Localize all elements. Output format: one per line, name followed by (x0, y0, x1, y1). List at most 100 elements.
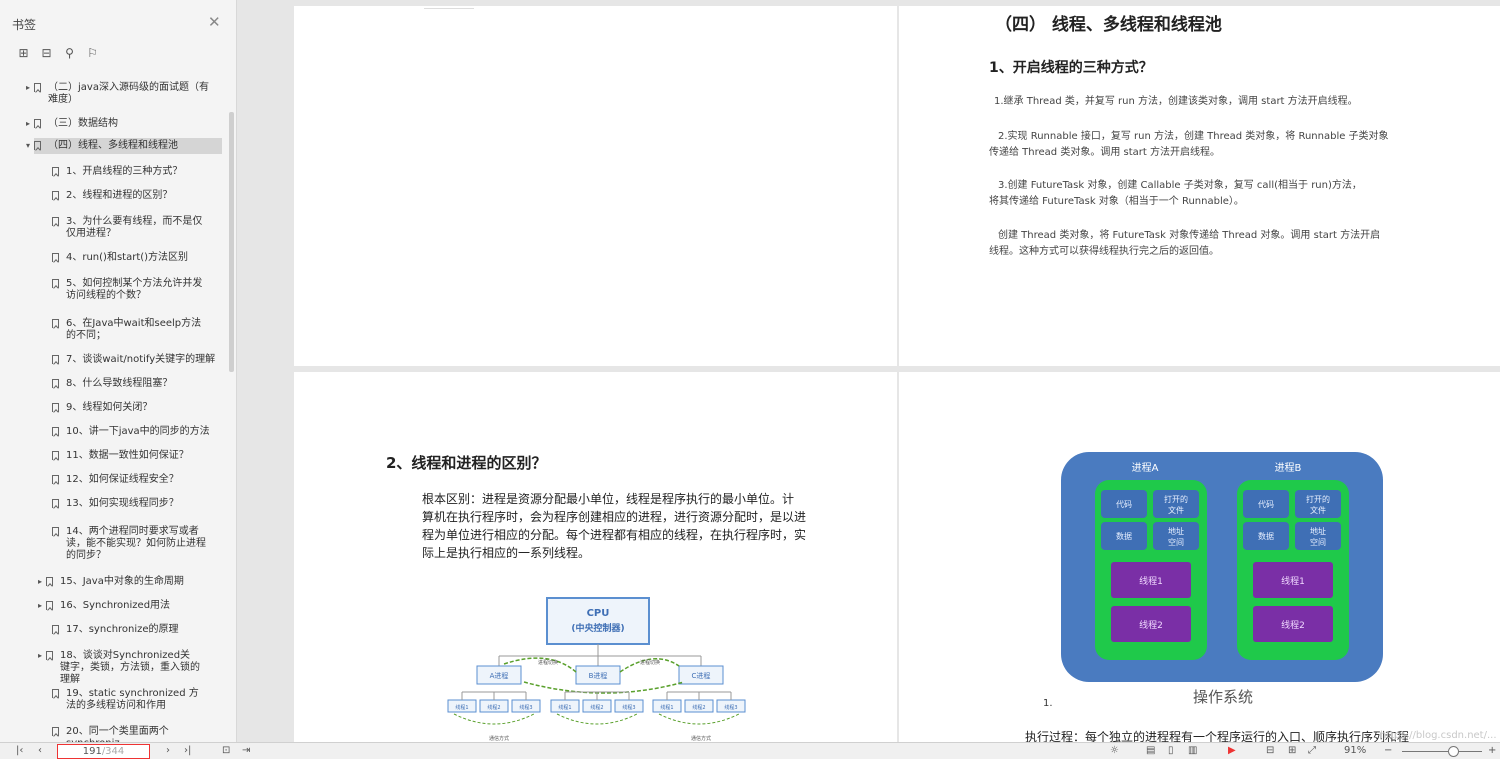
page-number-input[interactable]: 191/344 (57, 744, 150, 759)
bookmark-item[interactable]: 4、run()和start()方法区别 (0, 250, 226, 266)
process-b-label: B进程 (589, 671, 608, 680)
page-heading: 1、开启线程的三种方式？ (989, 60, 1153, 76)
bookmark-item[interactable]: 19、static synchronized 方法的多线程访问和作用 (0, 686, 226, 714)
bookmark-panel-title: 书签 (12, 18, 37, 32)
zoom-level[interactable]: 91% (1344, 745, 1366, 756)
first-page-icon[interactable]: |‹ (16, 745, 23, 756)
pdf-page-1 (294, 6, 897, 366)
bookmark-icon (52, 625, 59, 634)
zoom-slider[interactable] (1402, 751, 1482, 752)
process-b-label: 进程B (1275, 462, 1302, 474)
bookmark-item[interactable]: 17、synchronize的原理 (0, 622, 226, 638)
paragraph-line: 执行过程：每个独立的进程程有一个程序运行的入口、顺序执行序列和程 (1025, 730, 1410, 742)
expand-arrow-icon[interactable]: ▸ (38, 650, 42, 662)
bookmark-icon (52, 217, 59, 226)
fit-width-icon[interactable]: ⊟ (1266, 745, 1274, 756)
bookmark-icon (52, 319, 59, 328)
bookmark-item[interactable]: ▸ （二）java深入源码级的面试题（有难度） (0, 80, 226, 108)
last-page-icon[interactable]: ›| (184, 745, 191, 756)
sidebar-scrollbar[interactable] (229, 112, 234, 372)
bookmark-icon (52, 167, 59, 176)
bookmark-label: 8、什么导致线程阻塞？ (66, 378, 173, 389)
bookmark-item[interactable]: 1、开启线程的三种方式？ (0, 164, 226, 180)
bookmark-item[interactable]: 7、谈谈wait/notify关键字的理解 (0, 352, 226, 368)
bookmark-item[interactable]: ▸ （三）数据结构 (0, 116, 226, 132)
expand-arrow-icon[interactable]: ▸ (38, 576, 42, 588)
continuous-page-icon[interactable]: ▯ (1168, 745, 1174, 756)
rotate-icon[interactable]: ⊡ (222, 745, 230, 756)
bookmark-outline-icon[interactable]: ⚐ (85, 45, 100, 60)
close-icon[interactable]: ✕ (208, 13, 221, 31)
next-page-icon[interactable]: › (166, 745, 170, 756)
expand-arrow-icon[interactable]: ▸ (26, 118, 30, 130)
current-page: 191 (82, 746, 102, 757)
bookmark-item[interactable]: ▸ 16、Synchronized用法 (0, 598, 226, 614)
bookmark-label: 2、线程和进程的区别？ (66, 190, 173, 201)
bookmark-item[interactable]: 11、数据一致性如何保证？ (0, 448, 226, 464)
bookmark-item[interactable]: 10、讲一下java中的同步的方法 (0, 424, 226, 440)
bookmark-item[interactable]: 8、什么导致线程阻塞？ (0, 376, 226, 392)
address-cell-label: 空间 (1168, 537, 1184, 547)
bookmark-item[interactable]: 20、同一个类里面两个synchroniz (0, 724, 226, 749)
export-icon[interactable]: ⇥ (242, 745, 250, 756)
thread-label: 线程3 (724, 704, 737, 711)
zoom-in-icon[interactable]: + (1488, 745, 1496, 756)
data-cell-label: 数据 (1258, 531, 1274, 541)
prev-page-icon[interactable]: ‹ (38, 745, 42, 756)
fullscreen-icon[interactable]: ⤢ (1308, 745, 1316, 756)
bookmark-label: 3、为什么要有线程，而不是仅仅用进程？ (66, 216, 203, 239)
bookmark-label: 1、开启线程的三种方式？ (66, 166, 183, 177)
data-cell-label: 数据 (1116, 531, 1132, 541)
collapse-arrow-icon[interactable]: ▾ (26, 140, 30, 152)
zoom-slider-handle[interactable] (1448, 746, 1459, 757)
bookmark-item[interactable]: 14、两个进程同时要求写或者读，能不能实现？如何防止进程的同步？ (0, 524, 226, 564)
bookmark-icon (52, 499, 59, 508)
add-bookmark-icon[interactable]: ⚲ (62, 45, 77, 60)
bookmark-icon (52, 451, 59, 460)
cpu-box (546, 597, 650, 645)
bookmark-item[interactable]: 3、为什么要有线程，而不是仅仅用进程？ (0, 214, 226, 242)
thread-label: 线程3 (622, 704, 635, 711)
bookmark-icon (34, 141, 41, 150)
play-icon[interactable]: ▶ (1228, 745, 1236, 756)
bookmark-item[interactable]: 9、线程如何关闭？ (0, 400, 226, 416)
expand-arrow-icon[interactable]: ▸ (26, 82, 30, 94)
bookmark-item[interactable]: ▾ （四）线程、多线程和线程池 (26, 138, 222, 154)
expand-all-icon[interactable]: ⊞ (16, 45, 31, 60)
section-title: （四） 线程、多线程和线程池 (995, 15, 1222, 35)
bookmark-icon (52, 475, 59, 484)
fit-page-icon[interactable]: ⊞ (1288, 745, 1296, 756)
bookmark-icon (52, 727, 59, 736)
bookmark-icon (46, 577, 53, 586)
status-toolbar: |‹ ‹ 191/344 › ›| ⊡ ⇥ ☼ ▤ ▯ ▥ ▶ ⊟ ⊞ ⤢ 91… (0, 742, 1500, 759)
page-heading: 2、线程和进程的区别？ (386, 454, 547, 472)
collapse-all-icon[interactable]: ⊟ (39, 45, 54, 60)
thread2-label: 线程2 (1139, 619, 1163, 631)
bookmark-icon (46, 651, 53, 660)
bookmark-item[interactable]: 5、如何控制某个方法允许并发访问线程的个数？ (0, 276, 226, 304)
thread-label: 线程2 (692, 704, 705, 711)
thread-label: 线程1 (660, 704, 673, 711)
bookmark-item[interactable]: 2、线程和进程的区别？ (0, 188, 226, 204)
expand-arrow-icon[interactable]: ▸ (38, 600, 42, 612)
process-thread-diagram: 进程A 进程B 代码 打开的文件数据 地址空间线程1 线程2 代码 打开的文件数据 地址空… (1061, 452, 1383, 706)
bookmark-label: 5、如何控制某个方法允许并发访问线程的个数？ (66, 278, 203, 301)
process-a-label: 进程A (1132, 462, 1159, 474)
single-page-icon[interactable]: ▤ (1146, 745, 1155, 756)
bookmark-label: 11、数据一致性如何保证？ (66, 450, 189, 461)
left-gutter (237, 0, 293, 742)
read-mode-icon[interactable]: ☼ (1110, 745, 1119, 756)
bookmark-item[interactable]: ▸ 18、谈谈对Synchronized关键字，类锁，方法锁，重入锁的理解 (0, 648, 226, 685)
cpu-process-diagram: CPU (中央控制器) A进程 B进程 C进程 进程切换 进程切换 线程1 线程2… (447, 597, 746, 742)
paragraph: 创建 Thread 类对象，将 FutureTask 对象传递给 Thread … (998, 230, 1381, 241)
zoom-out-icon[interactable]: − (1384, 745, 1392, 756)
bookmark-label: 6、在Java中wait和seelp方法的不同； (66, 318, 202, 341)
bookmark-item[interactable]: 6、在Java中wait和seelp方法的不同； (0, 316, 226, 344)
comm-label: 通信方式 (691, 735, 711, 742)
bookmark-item[interactable]: ▸ 15、Java中对象的生命周期 (0, 574, 226, 590)
bookmark-item[interactable]: 13、如何实现线程同步？ (0, 496, 226, 512)
bookmark-label: 4、run()和start()方法区别 (66, 252, 189, 263)
bookmark-icon (52, 355, 59, 364)
bookmark-item[interactable]: 12、如何保证线程安全？ (0, 472, 226, 488)
two-page-icon[interactable]: ▥ (1188, 745, 1197, 756)
